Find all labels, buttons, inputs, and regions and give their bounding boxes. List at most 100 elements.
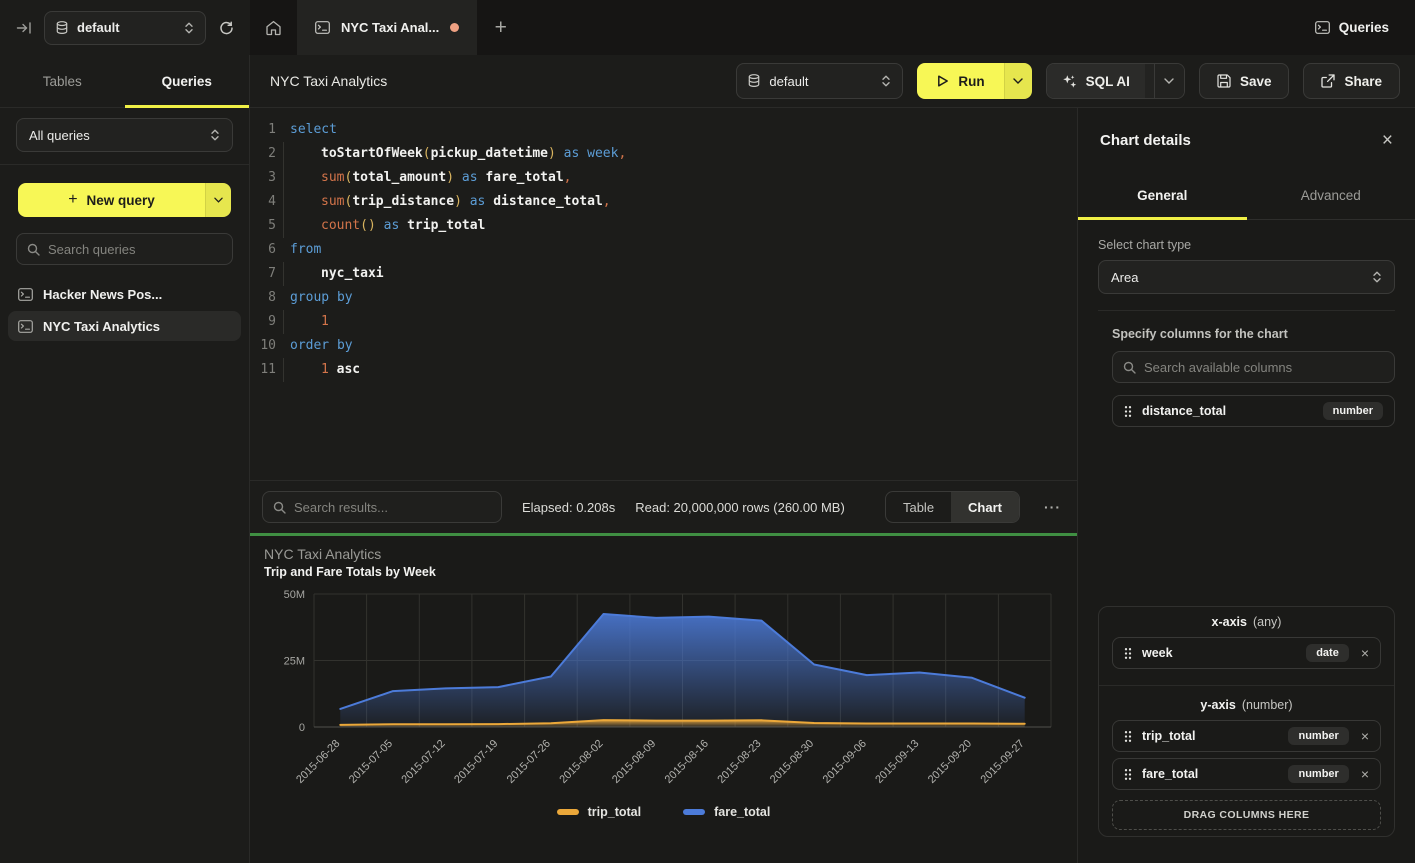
chart-type-label: Select chart type — [1098, 238, 1395, 252]
sql-ai-options-button[interactable] — [1154, 64, 1184, 98]
panel-divider — [1098, 310, 1395, 311]
line-number: 2 — [250, 142, 276, 166]
tab-nyc-taxi-analytics[interactable]: NYC Taxi Anal... — [297, 0, 477, 55]
view-toggle-table[interactable]: Table — [886, 492, 951, 522]
top-bar-left: default — [0, 0, 250, 55]
chevron-down-icon — [1164, 78, 1174, 84]
code-line[interactable]: 111 asc — [250, 358, 1077, 382]
new-query-split-button: + New query — [18, 183, 231, 217]
tab-strip: NYC Taxi Anal... + Queries — [250, 0, 1415, 55]
new-query-options-button[interactable] — [205, 183, 231, 217]
queries-icon — [1315, 21, 1330, 34]
code-line[interactable]: 4sum(trip_distance) as distance_total, — [250, 190, 1077, 214]
sidebar-tab-tables[interactable]: Tables — [0, 55, 125, 107]
elapsed-stat: Elapsed: 0.208s — [522, 500, 615, 515]
column-item-trip_total[interactable]: trip_totalnumber× — [1112, 720, 1381, 752]
new-query-button[interactable]: + New query — [18, 183, 205, 217]
close-icon[interactable]: × — [1382, 131, 1393, 150]
terminal-icon — [18, 320, 33, 333]
drag-handle-icon[interactable] — [1124, 730, 1132, 743]
queries-top-button[interactable]: Queries — [1289, 0, 1415, 55]
tab-queries-label: Queries — [162, 74, 212, 89]
run-database-selector[interactable]: default — [736, 63, 903, 99]
refresh-icon[interactable] — [218, 20, 234, 36]
code-line[interactable]: 8group by — [250, 286, 1077, 310]
run-database-value: default — [769, 74, 872, 89]
line-number: 9 — [250, 310, 276, 334]
legend-item-trip_total[interactable]: trip_total — [557, 805, 641, 819]
run-options-button[interactable] — [1004, 63, 1032, 99]
chart-section: NYC Taxi Analytics Trip and Fare Totals … — [250, 536, 1077, 863]
code-line[interactable]: 3sum(total_amount) as fare_total, — [250, 166, 1077, 190]
svg-text:2015-09-27: 2015-09-27 — [979, 738, 1027, 786]
y-axis-name: y-axis — [1200, 698, 1235, 712]
new-tab-button[interactable]: + — [477, 0, 524, 55]
read-stat: Read: 20,000,000 rows (260.00 MB) — [635, 500, 845, 515]
chart-type-select[interactable]: Area — [1098, 260, 1395, 294]
search-queries-input[interactable] — [48, 242, 222, 257]
run-button[interactable]: Run — [917, 63, 1003, 99]
save-icon — [1217, 74, 1231, 88]
code-line[interactable]: 7nyc_taxi — [250, 262, 1077, 286]
sql-editor[interactable]: 1select2 toStartOfWeek(pickup_datetime) a… — [250, 108, 1077, 480]
svg-text:2015-09-20: 2015-09-20 — [926, 738, 974, 786]
legend-item-fare_total[interactable]: fare_total — [683, 805, 770, 819]
code-line[interactable]: 1select — [250, 118, 1077, 142]
column-item-distance_total[interactable]: distance_totalnumber — [1112, 395, 1395, 427]
column-name: week — [1142, 646, 1296, 660]
tab-general[interactable]: General — [1078, 172, 1247, 219]
query-list-item[interactable]: Hacker News Pos... — [8, 279, 241, 309]
code-text: sum(trip_distance) as distance_total, — [290, 190, 611, 214]
x-axis-name: x-axis — [1212, 615, 1247, 629]
home-tab[interactable] — [250, 0, 297, 55]
tab-advanced-label: Advanced — [1301, 188, 1361, 203]
code-line[interactable]: 5count() as trip_total — [250, 214, 1077, 238]
line-number: 1 — [250, 118, 276, 142]
column-item-fare_total[interactable]: fare_totalnumber× — [1112, 758, 1381, 790]
more-options-icon[interactable]: ··· — [1040, 499, 1065, 515]
drag-handle-icon[interactable] — [1124, 405, 1132, 418]
search-icon — [27, 243, 40, 256]
line-number: 3 — [250, 166, 276, 190]
code-line[interactable]: 2 toStartOfWeek(pickup_datetime) as week, — [250, 142, 1077, 166]
save-button[interactable]: Save — [1199, 63, 1290, 99]
code-text: toStartOfWeek(pickup_datetime) as week, — [290, 142, 626, 166]
remove-column-icon[interactable]: × — [1361, 728, 1369, 744]
drag-columns-drop-zone[interactable]: DRAG COLUMNS HERE — [1112, 800, 1381, 830]
column-name: fare_total — [1142, 767, 1278, 781]
column-name: distance_total — [1142, 404, 1313, 418]
code-line[interactable]: 91 — [250, 310, 1077, 334]
code-text: group by — [290, 286, 353, 310]
sidebar-tab-queries[interactable]: Queries — [125, 55, 250, 107]
svg-text:2015-08-16: 2015-08-16 — [663, 738, 711, 786]
drag-handle-icon[interactable] — [1124, 768, 1132, 781]
view-toggle-chart[interactable]: Chart — [951, 492, 1019, 522]
svg-text:0: 0 — [299, 722, 305, 734]
save-label: Save — [1240, 74, 1272, 89]
code-line[interactable]: 10order by — [250, 334, 1077, 358]
drag-handle-icon[interactable] — [1124, 647, 1132, 660]
sql-ai-button[interactable]: SQL AI — [1047, 64, 1145, 98]
column-name: trip_total — [1142, 729, 1278, 743]
tab-advanced[interactable]: Advanced — [1247, 172, 1415, 219]
remove-column-icon[interactable]: × — [1361, 645, 1369, 661]
query-list-item[interactable]: NYC Taxi Analytics — [8, 311, 241, 341]
search-results-input[interactable] — [294, 500, 491, 515]
chart-details-panel: Chart details × General Advanced Select … — [1078, 108, 1415, 863]
search-columns-box — [1112, 351, 1395, 383]
database-icon — [56, 21, 68, 35]
code-text: order by — [290, 334, 353, 358]
database-selector[interactable]: default — [44, 11, 206, 45]
sql-ai-split-button: SQL AI — [1046, 63, 1185, 99]
search-columns-input[interactable] — [1144, 360, 1384, 375]
remove-column-icon[interactable]: × — [1361, 766, 1369, 782]
collapse-sidebar-icon[interactable] — [16, 21, 32, 35]
code-text: 1 — [290, 310, 329, 334]
share-button[interactable]: Share — [1303, 63, 1400, 99]
column-item-week[interactable]: weekdate× — [1112, 637, 1381, 669]
svg-text:2015-08-23: 2015-08-23 — [715, 738, 763, 786]
chevron-updown-icon — [1372, 270, 1382, 284]
query-filter-select[interactable]: All queries — [16, 118, 233, 152]
tab-label: NYC Taxi Anal... — [341, 20, 439, 35]
code-line[interactable]: 6from — [250, 238, 1077, 262]
